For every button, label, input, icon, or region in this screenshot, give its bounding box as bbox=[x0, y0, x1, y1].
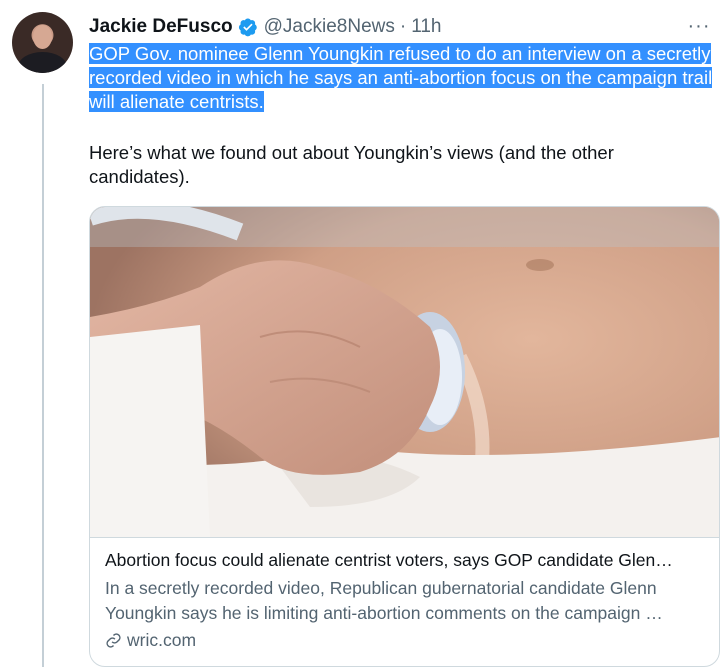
card-description: In a secretly recorded video, Republican… bbox=[105, 578, 663, 623]
author-name[interactable]: Jackie DeFusco bbox=[89, 16, 233, 38]
tweet-header: Jackie DeFusco @Jackie8News · 11h bbox=[89, 14, 705, 40]
tweet-text-second: Here’s what we found out about Youngkin’… bbox=[89, 142, 614, 187]
avatar-shoulders bbox=[18, 52, 67, 73]
author-handle[interactable]: @Jackie8News bbox=[264, 16, 395, 38]
avatar-face bbox=[33, 25, 52, 49]
card-domain[interactable]: wric.com bbox=[105, 629, 705, 651]
link-icon bbox=[106, 632, 121, 648]
verified-badge-icon bbox=[238, 18, 257, 37]
tweet[interactable]: Jackie DeFusco @Jackie8News · 11h ··· GO… bbox=[0, 0, 725, 667]
meta-separator: · bbox=[399, 16, 407, 37]
tweet-time[interactable]: 11h bbox=[411, 16, 441, 38]
tweet-text: GOP Gov. nominee Glenn Youngkin refused … bbox=[89, 42, 717, 189]
more-options-icon[interactable]: ··· bbox=[685, 14, 713, 38]
ultrasound-photo bbox=[90, 207, 719, 537]
card-title[interactable]: Abortion focus could alienate centrist v… bbox=[105, 549, 705, 572]
card-text[interactable]: Abortion focus could alienate centrist v… bbox=[90, 537, 719, 666]
avatar[interactable] bbox=[12, 12, 73, 73]
thread-line bbox=[42, 84, 44, 667]
tweet-text-selected: GOP Gov. nominee Glenn Youngkin refused … bbox=[89, 43, 713, 112]
card-image[interactable] bbox=[90, 207, 719, 537]
link-card[interactable]: Abortion focus could alienate centrist v… bbox=[89, 206, 720, 667]
card-domain-text: wric.com bbox=[127, 630, 197, 650]
